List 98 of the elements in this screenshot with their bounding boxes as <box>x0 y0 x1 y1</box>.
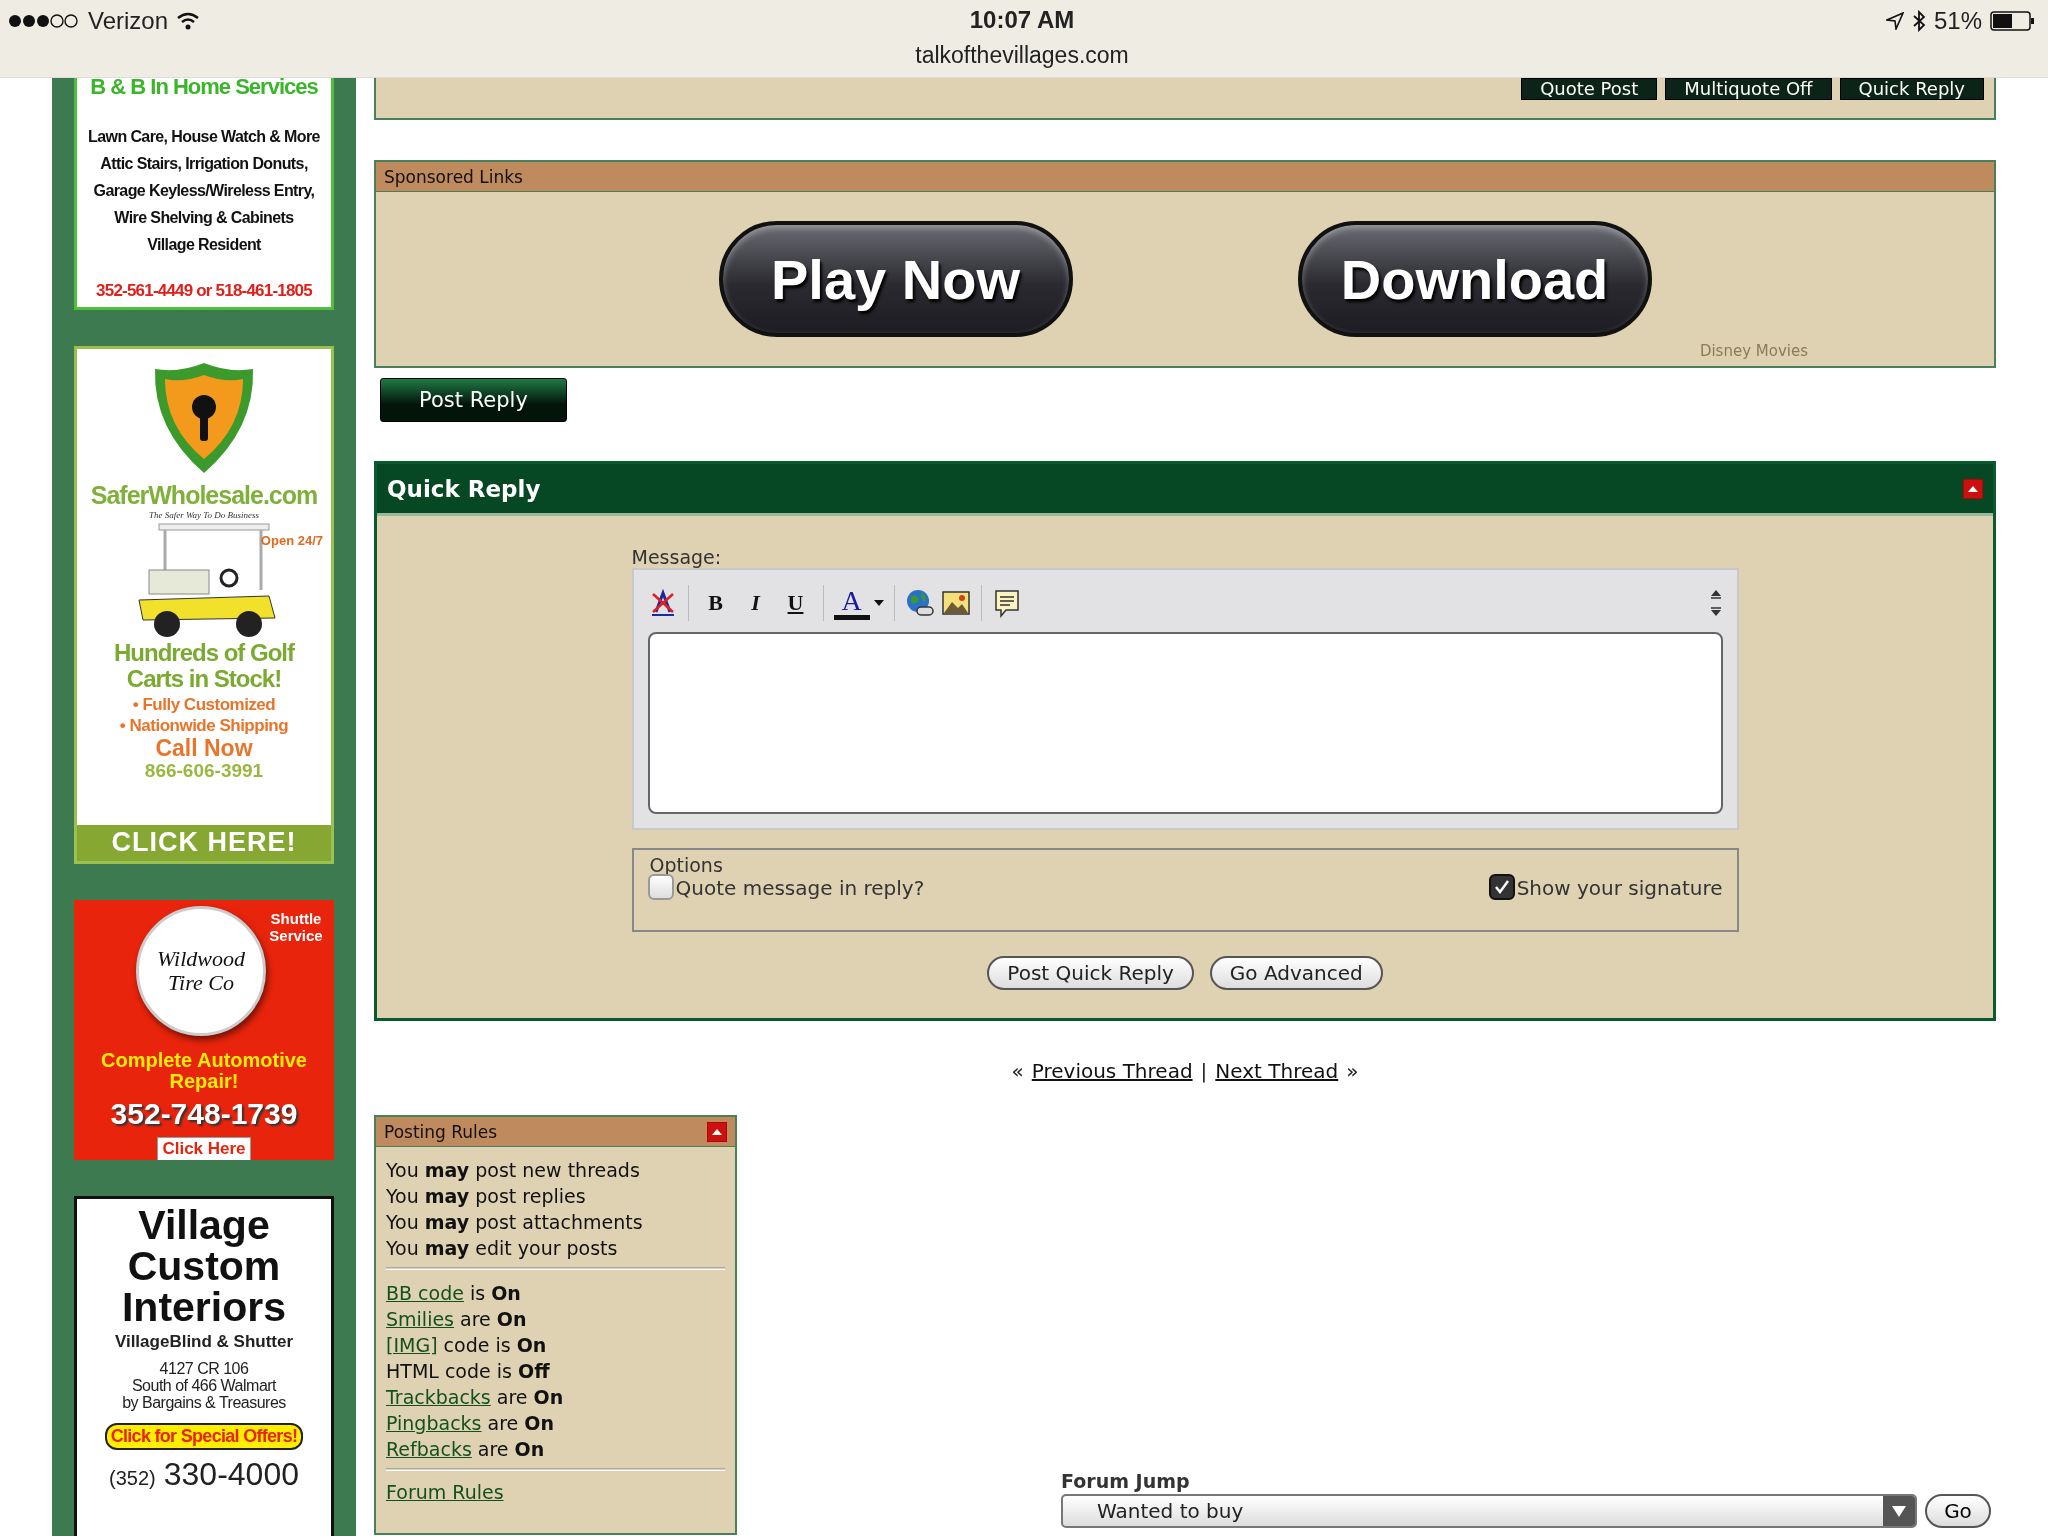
format-button[interactable]: U <box>778 586 813 620</box>
rule-text: You may post attachments <box>386 1210 644 1235</box>
rule-setting-text: HTML code is Off <box>386 1359 551 1384</box>
field-label: Forum Jump <box>1061 1470 1191 1492</box>
ad-call-to-action[interactable]: Click for Special Offers! <box>104 1423 304 1450</box>
rule-setting-text: Smilies are On <box>386 1307 528 1332</box>
message-input-field[interactable] <box>647 632 1723 814</box>
form-button[interactable]: Go Advanced <box>1209 956 1383 990</box>
ad-text: Garage Keyless/Wireless Entry, <box>93 181 315 201</box>
ad-address: South of 466 Walmart <box>130 1377 278 1394</box>
ad-area-code: (352) <box>109 1467 156 1490</box>
nav-arrow-text: » <box>1346 1059 1359 1083</box>
ad-title: Village Custom Interiors <box>120 1205 287 1328</box>
checkmark-icon <box>1492 878 1511 896</box>
format-button[interactable]: B <box>698 586 733 620</box>
ad-headline: Complete Automotive Repair! <box>100 1049 308 1092</box>
ad-address: 4127 CR 106 <box>158 1360 250 1377</box>
rule-setting-text: Refbacks are On <box>386 1437 546 1462</box>
rule-setting-text: Pingbacks are On <box>386 1411 555 1436</box>
checkbox[interactable] <box>647 874 674 900</box>
ad-phone: 330-4000 <box>163 1456 299 1493</box>
rule-link[interactable]: [IMG] <box>386 1334 438 1356</box>
ad-title: B & B In Home Services <box>90 78 318 100</box>
nav-separator-text: | <box>1200 1059 1208 1083</box>
tire-shop-ad-banner[interactable]: Shuttle Service Wildwood Tire Co Complete Automotive Repair! 352-748-1739 Click Here <box>74 900 334 1160</box>
ad-text: Lawn Care, House Watch & More <box>88 127 320 147</box>
ad-caption: Disney Movies <box>1699 342 1808 360</box>
ad-text: Village Resident <box>147 235 261 255</box>
ad-phone: 866-606-3991 <box>144 760 264 782</box>
services-ad-banner[interactable]: B & B In Home Services Lawn Care, House Watch & More Attic Stairs, Irrigation Donuts, Garage Keyless/Wireless Entry, Wire Shelving & Cabinets Village Resident 352-561-4449 or 518-461-1805 <box>74 78 334 310</box>
ad-phone: 352-748-1739 <box>110 1097 298 1132</box>
brand-name: SaferWholesale.com <box>90 481 318 510</box>
dropdown-arrow-icon <box>1883 1496 1915 1526</box>
ad-label: Shuttle Service <box>268 910 324 944</box>
nav-arrow-text: « <box>1011 1059 1024 1083</box>
ad-subtitle: VillageBlind & Shutter <box>114 1332 294 1352</box>
battery-icon <box>1990 11 2036 31</box>
ad-call-to-action[interactable]: Click Here <box>157 1136 251 1160</box>
interiors-ad-banner[interactable]: Village Custom Interiors VillageBlind & Shutter 4127 CR 106 South of 466 Walmart by Bargains & Treasures Click for Special Offers! (352) 330-4000 <box>74 1196 334 1536</box>
rule-setting-text: [IMG] code is On <box>386 1333 548 1358</box>
rule-link[interactable]: Pingbacks <box>386 1412 482 1434</box>
previous-thread-link[interactable]: Previous Thread <box>1031 1059 1193 1083</box>
rule-setting-text: BB code is On <box>386 1281 522 1306</box>
rule-setting-text: Trackbacks are On <box>386 1385 565 1410</box>
ad-text: • Fully Customized <box>131 694 277 715</box>
forum-jump-select[interactable]: Wanted to buy <box>1061 1494 1917 1528</box>
ad-label: Open 24/7 <box>260 533 323 548</box>
field-label: Message: <box>631 546 723 568</box>
collapse-icon[interactable] <box>1963 478 1983 499</box>
ad-address: by Bargains & Treasures <box>122 1394 286 1411</box>
location-arrow-icon <box>1885 12 1904 30</box>
panel-title: Sponsored Links <box>384 166 523 187</box>
shop-logo: Wildwood Tire Co <box>136 906 266 1036</box>
post-action-button[interactable]: Quick Reply <box>1839 78 1984 100</box>
image-icon[interactable] <box>940 588 971 618</box>
next-thread-link[interactable]: Next Thread <box>1215 1059 1339 1083</box>
panel-title: Quick Reply <box>387 475 541 502</box>
ad-text: • Nationwide Shipping <box>119 715 289 736</box>
page-url: talkofthevillages.com <box>915 42 1129 69</box>
ad-text: Wire Shelving & Cabinets <box>114 208 294 228</box>
rule-text: You may post replies <box>386 1184 587 1209</box>
checkbox-option[interactable]: Quote message in reply? <box>647 874 925 900</box>
battery-percent: 51% <box>1933 7 1982 35</box>
form-button[interactable]: Post Quick Reply <box>987 956 1194 990</box>
sponsored-ad-button[interactable]: Download <box>1297 221 1652 337</box>
rule-text: You may post new threads <box>386 1158 641 1183</box>
caret-icon <box>873 600 884 606</box>
ad-headline: Hundreds of Golf Carts in Stock! <box>113 640 296 692</box>
format-button[interactable]: I <box>738 586 773 620</box>
rule-link[interactable]: BB code <box>386 1282 464 1304</box>
sponsored-ad-button[interactable]: Play Now <box>718 221 1073 337</box>
signal-icon <box>8 13 80 29</box>
group-legend: Options <box>647 854 725 876</box>
post-action-button[interactable]: Multiquote Off <box>1665 78 1832 100</box>
forum-rules-link[interactable]: Forum Rules <box>386 1481 504 1503</box>
rule-text: You may edit your posts <box>386 1236 619 1261</box>
post-action-button[interactable]: Quote Post <box>1521 78 1658 100</box>
rule-link[interactable]: Smilies <box>386 1308 454 1330</box>
brand-tagline: The Safer Way To Do Business <box>148 510 260 520</box>
ad-text: Call Now <box>155 736 253 760</box>
clock-time: 10:07 AM <box>969 6 1075 34</box>
post-reply-button[interactable]: Post Reply <box>380 378 567 422</box>
globe-link-icon[interactable] <box>904 588 935 618</box>
ad-phone: 352-561-4449 or 518-461-1805 <box>96 281 312 301</box>
collapse-icon[interactable] <box>707 1121 727 1142</box>
golf-cart-ad-banner[interactable]: SaferWholesale.com The Safer Way To Do Business Open 24/7 Hundreds of Golf Carts in Stock! • Fully Customized • Nationwide Shipping Call Now 866-606-3991 CLICK HERE! <box>74 346 334 864</box>
font-color-button[interactable]: A <box>833 583 884 623</box>
go-button[interactable]: Go <box>1925 1494 1991 1528</box>
bluetooth-icon <box>1911 10 1926 32</box>
carrier-name: Verizon <box>88 7 169 35</box>
rule-link[interactable]: Trackbacks <box>386 1386 491 1408</box>
rule-link[interactable]: Refbacks <box>386 1438 472 1460</box>
checkbox[interactable] <box>1488 874 1515 900</box>
panel-title: Posting Rules <box>384 1121 498 1142</box>
resize-arrows-icon[interactable] <box>1708 588 1723 618</box>
ad-text: Attic Stairs, Irrigation Donuts, <box>100 154 308 174</box>
wifi-icon <box>176 12 201 30</box>
checkbox-option[interactable]: Show your signature <box>1488 874 1723 900</box>
